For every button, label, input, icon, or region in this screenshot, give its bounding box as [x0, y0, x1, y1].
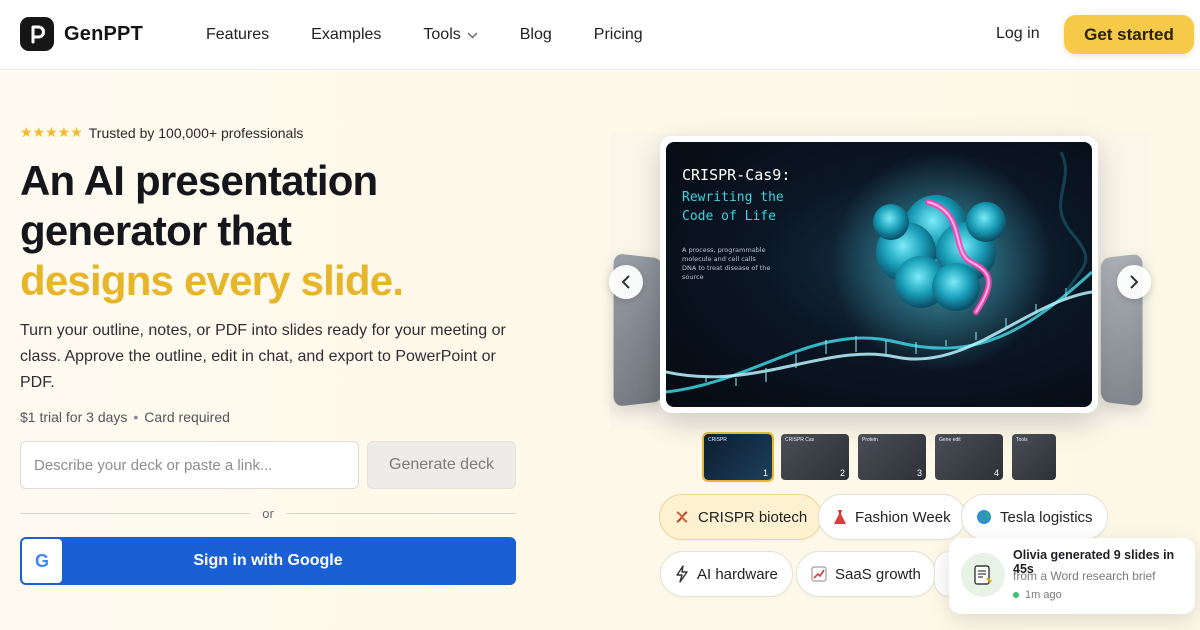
- or-divider: or: [20, 506, 516, 521]
- hero-subcopy: Turn your outline, notes, or PDF into sl…: [20, 322, 506, 391]
- slide-canvas: CRISPR-Cas9: Rewriting the Code of Life …: [666, 142, 1092, 407]
- thumbnail-number: 4: [993, 468, 999, 478]
- chip-ai-hardware[interactable]: AI hardware: [660, 551, 793, 597]
- brand-logo[interactable]: GenPPT: [20, 17, 143, 51]
- trial-info: $1 trial for 3 days • Card required: [20, 409, 230, 425]
- google-icon: G: [22, 539, 62, 583]
- carousel-next-button[interactable]: [1117, 265, 1151, 299]
- hero-headline: An AI presentation generator that design…: [20, 156, 404, 306]
- thumbnail-4[interactable]: Gene edit 4: [935, 434, 1003, 480]
- chevron-right-icon: [1130, 275, 1139, 289]
- chip-label: CRISPR biotech: [698, 508, 808, 526]
- carousel-prev-button[interactable]: [609, 265, 643, 299]
- get-started-button[interactable]: Get started: [1064, 15, 1194, 54]
- thumbnail-3[interactable]: Protein 3: [858, 434, 926, 480]
- nav-blog[interactable]: Blog: [520, 26, 552, 44]
- chevron-left-icon: [621, 275, 630, 289]
- logo-p-icon: [20, 17, 54, 51]
- nav-features[interactable]: Features: [206, 26, 269, 44]
- nav-tools-label: Tools: [423, 26, 461, 43]
- chip-label: SaaS growth: [835, 565, 921, 583]
- chevron-down-icon: [467, 32, 478, 39]
- chip-label: Tesla logistics: [1000, 508, 1093, 526]
- toast-subtitle: from a Word research brief: [1013, 569, 1156, 583]
- nav-tools[interactable]: Tools: [423, 26, 478, 44]
- slide-thumbnails: CRISPR 1 CRISPR Cas 2 Protein 3 Gene edi…: [702, 432, 1065, 482]
- toast-timestamp: 1m ago: [1013, 589, 1062, 601]
- chip-tesla-logistics[interactable]: Tesla logistics: [961, 494, 1108, 540]
- trial-text: $1 trial for 3 days: [20, 409, 128, 425]
- chip-crispr-biotech[interactable]: CRISPR biotech: [659, 494, 823, 540]
- deck-prompt-input[interactable]: [20, 441, 359, 489]
- slide-subtitle: Rewriting the Code of Life: [682, 190, 784, 224]
- nav-pricing[interactable]: Pricing: [594, 26, 643, 44]
- chip-fashion-week[interactable]: Fashion Week: [818, 494, 966, 540]
- trust-badge: ★★★★★ Trusted by 100,000+ professionals: [20, 124, 303, 141]
- brand-name: GenPPT: [64, 22, 143, 45]
- thumbnail-label: Protein: [862, 437, 878, 443]
- slide-title: CRISPR-Cas9:: [682, 166, 791, 184]
- dna-icon: [674, 509, 690, 525]
- headline-line-2: generator that: [20, 207, 292, 254]
- activity-toast: Olivia generated 9 slides in 45s from a …: [949, 538, 1195, 614]
- google-signin-label: Sign in with Google: [193, 552, 343, 569]
- generate-deck-button[interactable]: Generate deck: [367, 441, 516, 489]
- thumbnail-label: Gene edit: [939, 437, 961, 443]
- document-icon: [961, 553, 1005, 597]
- divider-line-right: [285, 513, 516, 514]
- chip-label: Fashion Week: [855, 508, 951, 526]
- main-slide-preview[interactable]: CRISPR-Cas9: Rewriting the Code of Life …: [660, 136, 1098, 413]
- slide-description: A process, programmable molecule and cel…: [682, 246, 771, 281]
- nav-links: Features Examples Tools Blog Pricing: [206, 0, 685, 70]
- headline-accent: designs every slide.: [20, 257, 404, 304]
- thumbnail-2[interactable]: CRISPR Cas 2: [781, 434, 849, 480]
- thumbnail-label: CRISPR: [708, 437, 727, 443]
- login-link[interactable]: Log in: [996, 25, 1040, 43]
- thumbnail-label: CRISPR Cas: [785, 437, 815, 443]
- rating-stars-icon: ★★★★★: [20, 124, 83, 140]
- dress-icon: [833, 509, 847, 525]
- card-required-text: Card required: [144, 409, 230, 425]
- separator-dot: •: [133, 409, 139, 425]
- thumbnail-5[interactable]: Tools: [1012, 434, 1056, 480]
- chip-saas-growth[interactable]: SaaS growth: [796, 551, 936, 597]
- trust-text: Trusted by 100,000+ professionals: [88, 124, 304, 141]
- thumbnail-label: Tools: [1016, 437, 1028, 443]
- thumbnail-number: 3: [916, 468, 922, 478]
- divider-line-left: [20, 513, 251, 514]
- lightning-icon: [675, 565, 689, 583]
- thumbnail-1[interactable]: CRISPR 1: [702, 432, 774, 482]
- top-nav: GenPPT Features Examples Tools Blog Pric…: [0, 0, 1200, 70]
- toast-time-text: 1m ago: [1025, 589, 1062, 601]
- or-text: or: [262, 506, 274, 521]
- headline-line-1: An AI presentation: [20, 157, 378, 204]
- chip-label: AI hardware: [697, 565, 778, 583]
- chart-icon: [811, 566, 827, 582]
- thumbnail-number: 1: [762, 468, 768, 478]
- globe-icon: [976, 509, 992, 525]
- nav-examples[interactable]: Examples: [311, 26, 381, 44]
- google-signin-button[interactable]: G Sign in with Google: [20, 537, 516, 585]
- live-dot-icon: [1013, 592, 1019, 598]
- thumbnail-number: 2: [839, 468, 845, 478]
